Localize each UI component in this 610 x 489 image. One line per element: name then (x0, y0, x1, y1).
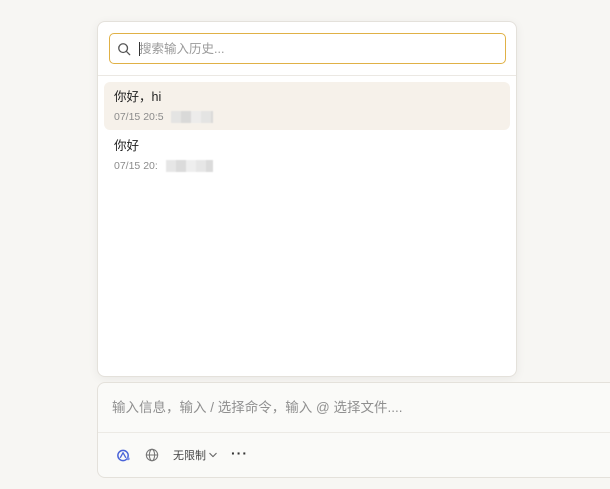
history-item-title: 你好，hi (114, 90, 162, 104)
history-item[interactable]: 你好，hi 07/15 20:5 (104, 82, 510, 130)
history-item-time-text: 07/15 20: (114, 160, 158, 172)
chevron-down-icon (209, 452, 217, 458)
history-search-area (98, 22, 516, 76)
text-caret (139, 42, 140, 56)
redacted-region (166, 160, 213, 172)
history-list: 你好，hi 07/15 20:5 你好 07/15 20: (98, 76, 516, 179)
app-stage: 你好，hi 07/15 20:5 你好 07/15 20: (0, 0, 610, 489)
limit-label: 无限制 (173, 450, 206, 462)
history-search-box[interactable] (109, 33, 506, 64)
more-icon: ··· (231, 445, 248, 461)
ai-assistant-icon (117, 449, 130, 461)
search-icon (110, 34, 138, 63)
history-item[interactable]: 你好 07/15 20: (104, 131, 510, 179)
history-item-title: 你好 (114, 139, 140, 153)
redacted-region (171, 111, 213, 123)
input-history-popup: 你好，hi 07/15 20:5 你好 07/15 20: (97, 21, 517, 377)
composer-toolbar: 无限制 ··· (98, 433, 610, 477)
limit-dropdown[interactable]: 无限制 (173, 444, 217, 466)
ai-assistant-button[interactable] (116, 444, 131, 466)
history-item-time-text: 07/15 20:5 (114, 111, 164, 123)
message-input[interactable] (112, 400, 610, 415)
more-button[interactable]: ··· (231, 444, 248, 466)
history-item-time: 07/15 20: (114, 159, 213, 173)
message-composer: 无限制 ··· (97, 382, 610, 478)
web-search-button[interactable] (145, 444, 159, 466)
globe-icon (145, 448, 159, 462)
history-item-time: 07/15 20:5 (114, 110, 213, 124)
composer-input-row (98, 383, 610, 433)
history-search-input[interactable] (138, 34, 505, 63)
